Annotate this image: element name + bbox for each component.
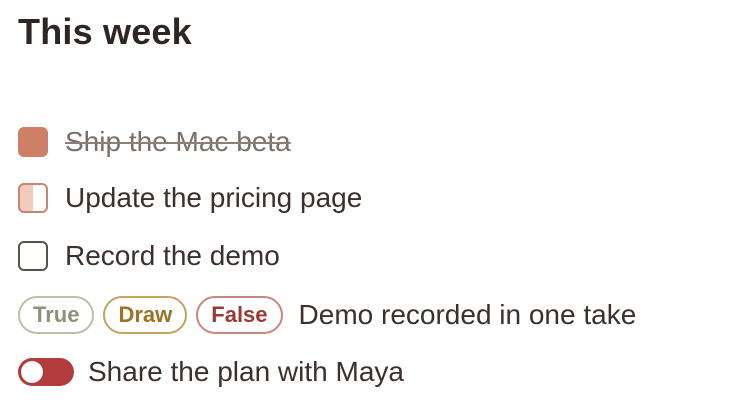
task-update-pricing-page[interactable]: Update the pricing page [18, 178, 362, 218]
checkbox-empty-icon[interactable] [18, 241, 48, 271]
this-week-panel: This week Ship the Mac beta Update the p… [0, 0, 734, 404]
verdict-row: True Draw False Demo recorded in one tak… [18, 295, 636, 335]
task-label: Ship the Mac beta [65, 126, 291, 157]
toggle-knob [21, 361, 43, 383]
share-plan-row[interactable]: Share the plan with Maya [18, 352, 404, 392]
task-label: Update the pricing page [65, 182, 363, 213]
checkbox-checked-icon[interactable] [18, 127, 48, 157]
share-label: Share the plan with Maya [88, 356, 404, 387]
checkbox-partial-icon[interactable] [18, 183, 48, 213]
true-chip-button[interactable]: True [18, 296, 95, 334]
task-ship-mac-beta[interactable]: Ship the Mac beta [18, 122, 291, 162]
task-record-demo[interactable]: Record the demo [18, 236, 280, 276]
verdict-statement: Demo recorded in one take [298, 299, 637, 330]
false-chip-button[interactable]: False [196, 296, 283, 334]
page-title: This week [18, 11, 192, 52]
toggle-switch-icon[interactable] [18, 358, 74, 386]
draw-chip-button[interactable]: Draw [103, 296, 188, 334]
task-label: Record the demo [65, 240, 280, 271]
